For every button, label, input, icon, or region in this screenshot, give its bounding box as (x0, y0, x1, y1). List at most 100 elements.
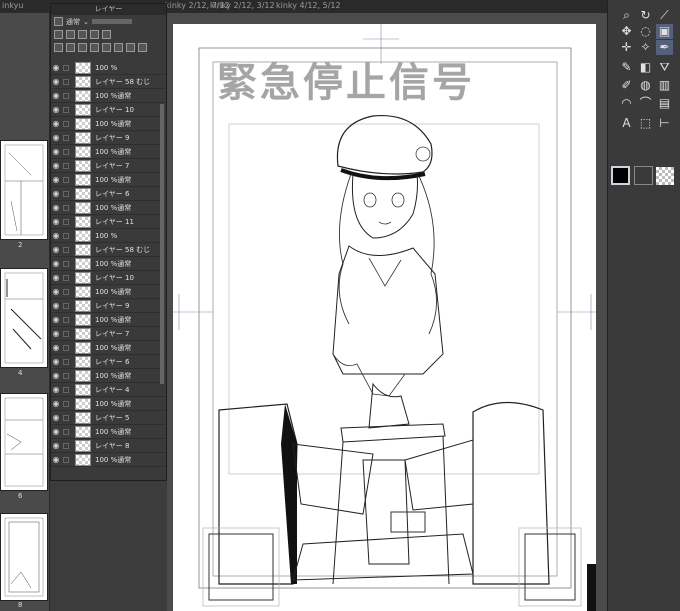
layer-row[interactable]: ◉ 100 %通常 (51, 341, 166, 355)
layer-checkbox[interactable] (63, 232, 69, 239)
layer-checkbox[interactable] (63, 386, 69, 393)
layer-checkbox[interactable] (63, 302, 69, 309)
layer-checkbox[interactable] (63, 316, 69, 323)
auto-select-icon[interactable]: ▣ (656, 24, 673, 39)
layer-row[interactable]: ◉ レイヤー 9 (51, 299, 166, 313)
layer-row[interactable]: ◉ レイヤー 7 (51, 159, 166, 173)
eye-icon[interactable]: ◉ (51, 91, 61, 100)
layer-checkbox[interactable] (63, 176, 69, 183)
lasso-icon[interactable]: ◌ (637, 24, 654, 39)
mask-add-icon[interactable] (114, 43, 123, 52)
opacity-slider[interactable] (91, 19, 132, 24)
sub-color-swatch[interactable] (634, 166, 653, 185)
delete-icon[interactable] (138, 43, 147, 52)
layer-row[interactable]: ◉ レイヤー 9 (51, 131, 166, 145)
eye-icon[interactable]: ◉ (51, 455, 61, 464)
move-icon[interactable]: ✥ (618, 24, 635, 39)
eye-icon[interactable]: ◉ (51, 203, 61, 212)
chevron-down-icon[interactable]: ⌄ (83, 18, 89, 26)
layer-row[interactable]: ◉ 100 %通常 (51, 201, 166, 215)
eye-icon[interactable]: ◉ (51, 357, 61, 366)
eyedropper-icon[interactable]: ⟋ (656, 8, 673, 23)
text-icon[interactable]: A (618, 116, 635, 131)
layer-checkbox[interactable] (63, 456, 69, 463)
eye-icon[interactable]: ◉ (51, 175, 61, 184)
layer-row[interactable]: ◉ 100 %通常 (51, 173, 166, 187)
layer-row[interactable]: ◉ 100 %通常 (51, 369, 166, 383)
blend-icon[interactable]: ◍ (637, 78, 654, 93)
layer-row[interactable]: ◉ レイヤー 6 (51, 355, 166, 369)
frame-icon[interactable]: ▤ (656, 96, 673, 111)
move-layer-icon[interactable]: ✛ (618, 40, 635, 55)
layer-checkbox[interactable] (63, 218, 69, 225)
eye-icon[interactable]: ◉ (51, 385, 61, 394)
eye-icon[interactable]: ◉ (51, 245, 61, 254)
layer-checkbox[interactable] (63, 330, 69, 337)
eye-icon[interactable]: ◉ (51, 413, 61, 422)
layer-checkbox[interactable] (63, 358, 69, 365)
layer-checkbox[interactable] (63, 134, 69, 141)
transparent-color-swatch[interactable] (656, 167, 674, 185)
page-thumbnail[interactable] (0, 140, 48, 240)
eye-icon[interactable]: ◉ (51, 329, 61, 338)
layer-row[interactable]: ◉ レイヤー 58 むじ (51, 75, 166, 89)
lock-icon[interactable] (54, 30, 63, 39)
eye-icon[interactable]: ◉ (51, 441, 61, 450)
layer-row[interactable]: ◉ 100 %通常 (51, 117, 166, 131)
layer-checkbox[interactable] (63, 190, 69, 197)
layer-list-scrollbar[interactable] (160, 104, 164, 384)
eye-icon[interactable]: ◉ (51, 315, 61, 324)
canvas-page[interactable] (173, 24, 596, 611)
layer-row[interactable]: ◉ 100 %通常 (51, 313, 166, 327)
layer-row[interactable]: ◉ 100 %通常 (51, 453, 166, 467)
page-thumbnail[interactable] (0, 268, 48, 368)
gradient-icon[interactable]: ▥ (656, 78, 673, 93)
layer-row[interactable]: ◉ レイヤー 4 (51, 383, 166, 397)
canvas-workspace[interactable]: 緊急停止信号 (167, 13, 607, 611)
reference-icon[interactable] (78, 30, 87, 39)
eye-icon[interactable]: ◉ (51, 343, 61, 352)
tab-4[interactable]: kinky 4/12, 5/12 (276, 1, 341, 10)
layer-checkbox[interactable] (63, 260, 69, 267)
eye-icon[interactable]: ◉ (51, 133, 61, 142)
layer-row[interactable]: ◉ 100 % (51, 229, 166, 243)
eye-icon[interactable]: ◉ (51, 287, 61, 296)
layer-checkbox[interactable] (63, 204, 69, 211)
tab-1[interactable]: inkyu (2, 1, 23, 10)
layer-row[interactable]: ◉ 100 %通常 (51, 257, 166, 271)
layer-row[interactable]: ◉ 100 % (51, 61, 166, 75)
layer-list[interactable]: ◉ 100 % ◉ レイヤー 58 むじ ◉ 100 %通常 ◉ レイヤー 10 ◉ 100 %通… (51, 61, 166, 481)
eye-icon[interactable]: ◉ (51, 147, 61, 156)
layer-checkbox[interactable] (63, 372, 69, 379)
fill-icon[interactable]: ⛛ (656, 60, 673, 75)
eye-icon[interactable]: ◉ (51, 273, 61, 282)
page-thumbnail[interactable] (0, 513, 48, 601)
eye-icon[interactable]: ◉ (51, 371, 61, 380)
new-layer-icon[interactable] (54, 43, 63, 52)
pencil-icon[interactable]: ✎ (618, 60, 635, 75)
clip-icon[interactable] (66, 30, 75, 39)
new-folder-icon[interactable] (78, 43, 87, 52)
main-color-swatch[interactable] (611, 166, 630, 185)
layer-checkbox[interactable] (63, 148, 69, 155)
figure-icon[interactable]: ◠ (618, 96, 635, 111)
eye-icon[interactable]: ◉ (51, 231, 61, 240)
sparkle-icon[interactable]: ✧ (637, 40, 654, 55)
eye-icon[interactable]: ◉ (51, 427, 61, 436)
layer-checkbox[interactable] (63, 442, 69, 449)
layer-checkbox[interactable] (63, 428, 69, 435)
layer-row[interactable]: ◉ レイヤー 6 (51, 187, 166, 201)
draft-icon[interactable] (90, 30, 99, 39)
eye-icon[interactable]: ◉ (51, 63, 61, 72)
layer-row[interactable]: ◉ レイヤー 58 むじ (51, 243, 166, 257)
layer-row[interactable]: ◉ 100 %通常 (51, 145, 166, 159)
eye-icon[interactable]: ◉ (51, 105, 61, 114)
layer-row[interactable]: ◉ 100 %通常 (51, 285, 166, 299)
merge-icon[interactable] (102, 43, 111, 52)
layer-checkbox[interactable] (63, 92, 69, 99)
select-icon[interactable]: ⬚ (637, 116, 654, 131)
mask-apply-icon[interactable] (126, 43, 135, 52)
layer-checkbox[interactable] (63, 400, 69, 407)
ruler-icon[interactable]: ⊢ (656, 116, 673, 131)
mask-icon[interactable] (102, 30, 111, 39)
